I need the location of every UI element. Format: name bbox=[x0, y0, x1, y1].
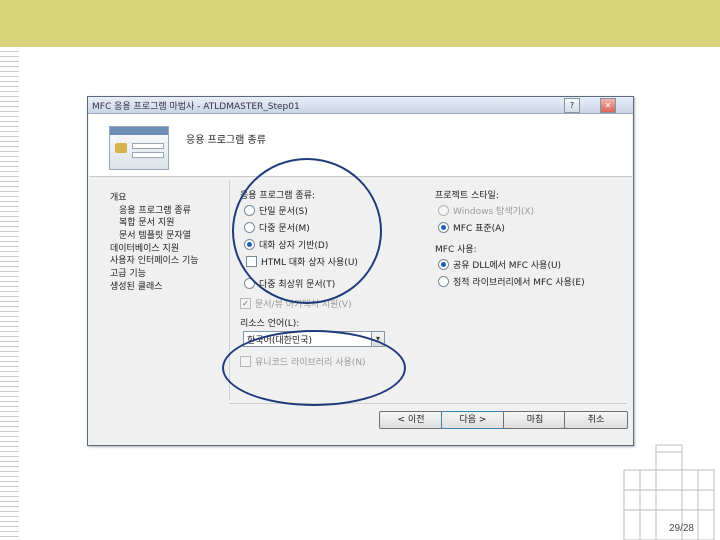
close-button[interactable]: ✕ bbox=[600, 98, 616, 113]
radio-windows-explorer[interactable]: Windows 탐색기(X) bbox=[438, 204, 534, 217]
checkbox-checked-icon: ✓ bbox=[240, 298, 251, 309]
finish-button[interactable]: 마침 bbox=[503, 411, 567, 429]
slide-top-bar bbox=[0, 0, 720, 47]
wizard-nav: 개요 응용 프로그램 종류 복합 문서 지원 문서 템플릿 문자열 데이터베이스… bbox=[110, 192, 225, 294]
help-button[interactable]: ? bbox=[564, 98, 580, 113]
radio-static-lib[interactable]: 정적 라이브러리에서 MFC 사용(E) bbox=[438, 275, 585, 288]
radio-mfc-standard[interactable]: MFC 표준(A) bbox=[438, 221, 505, 234]
mfc-use-label: MFC 사용: bbox=[435, 245, 477, 255]
wizard-logo-icon bbox=[109, 126, 169, 170]
radio-selected-icon bbox=[438, 259, 449, 270]
annotation-ellipse-app-type bbox=[232, 158, 382, 304]
nav-item-overview[interactable]: 개요 bbox=[110, 192, 225, 205]
slide-number: 29/28 bbox=[668, 523, 694, 534]
radio-selected-icon bbox=[438, 222, 449, 233]
resource-lang-label: 리소스 언어(L): bbox=[240, 319, 300, 329]
nav-item-compound-doc[interactable]: 복합 문서 지원 bbox=[110, 217, 225, 230]
nav-item-ui-features[interactable]: 사용자 인터페이스 기능 bbox=[110, 255, 225, 268]
nav-item-database[interactable]: 데이터베이스 지원 bbox=[110, 243, 225, 256]
cancel-button[interactable]: 취소 bbox=[564, 411, 628, 429]
radio-icon bbox=[438, 276, 449, 287]
title-bar: MFC 응용 프로그램 마법사 - ATLDMASTER_Step01 ? ✕ bbox=[88, 97, 633, 114]
radio-shared-dll[interactable]: 공유 DLL에서 MFC 사용(U) bbox=[438, 258, 561, 271]
next-button[interactable]: 다음 > bbox=[441, 411, 505, 429]
radio-icon bbox=[438, 205, 449, 216]
wizard-header: 응용 프로그램 종류 bbox=[89, 114, 632, 177]
window-title: MFC 응용 프로그램 마법사 - ATLDMASTER_Step01 bbox=[92, 102, 300, 112]
nav-item-generated-classes[interactable]: 생성된 클래스 bbox=[110, 281, 225, 294]
annotation-ellipse-unicode bbox=[222, 330, 406, 406]
nav-item-doc-template[interactable]: 문서 템플릿 문자열 bbox=[110, 230, 225, 243]
nav-item-advanced[interactable]: 고급 기능 bbox=[110, 268, 225, 281]
nav-item-app-type[interactable]: 응용 프로그램 종류 bbox=[110, 205, 225, 218]
project-style-label: 프로젝트 스타일: bbox=[435, 191, 499, 201]
prev-button[interactable]: < 이전 bbox=[379, 411, 443, 429]
slide-left-stripes bbox=[0, 47, 19, 540]
page-title: 응용 프로그램 종류 bbox=[186, 135, 266, 146]
